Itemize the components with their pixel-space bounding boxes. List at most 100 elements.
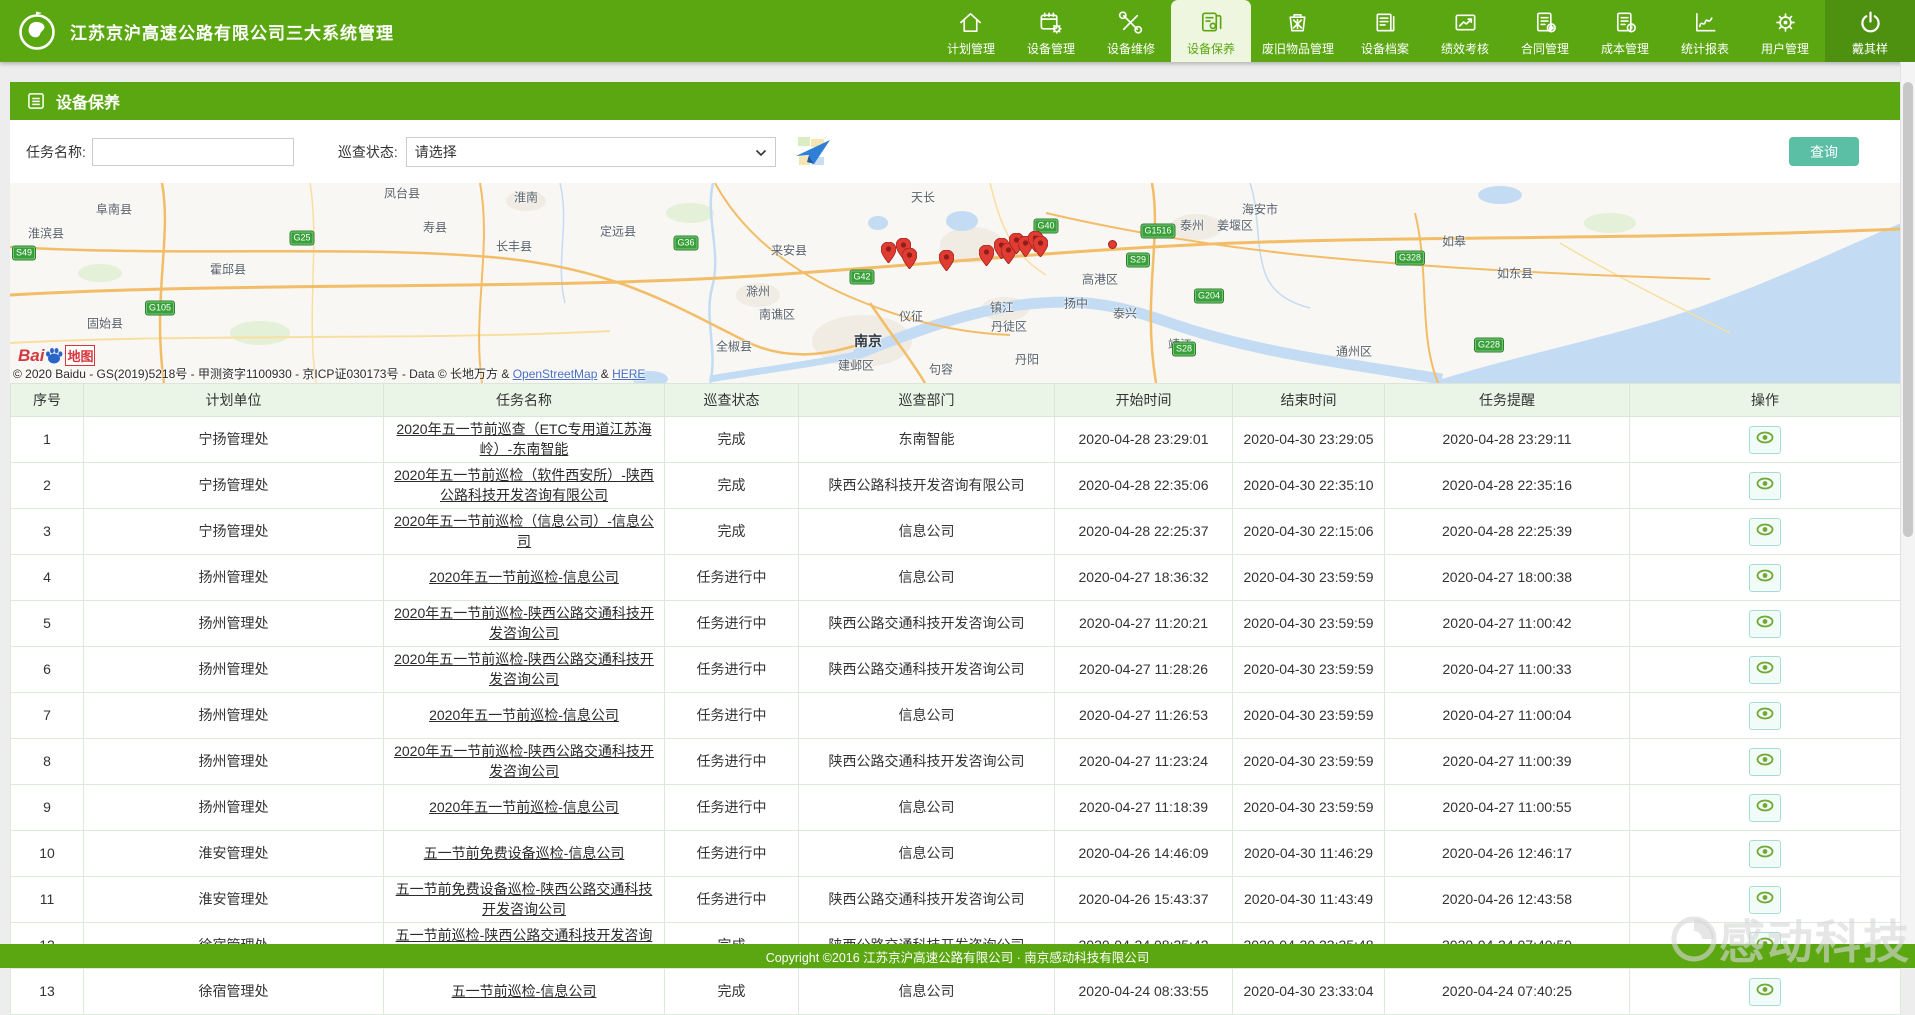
cell-end-time: 2020-04-30 22:35:10 (1233, 463, 1385, 509)
view-detail-button[interactable] (1749, 702, 1781, 730)
cell-plan-unit: 扬州管理处 (84, 647, 384, 693)
chevron-down-icon (755, 144, 767, 160)
cell-end-time: 2020-04-30 23:29:05 (1233, 417, 1385, 463)
nav-item-5[interactable]: 废旧物品管理 (1251, 0, 1345, 62)
task-link[interactable]: 五一节前巡检-信息公司 (452, 983, 597, 999)
task-link[interactable]: 2020年五一节前巡检（信息公司）-信息公司 (394, 513, 654, 549)
nav-item-label: 设备档案 (1361, 40, 1409, 57)
baidu-logo[interactable]: Bai 地图 (18, 345, 95, 366)
cell-department: 信息公司 (799, 831, 1055, 877)
view-detail-button[interactable] (1749, 564, 1781, 592)
task-link[interactable]: 五一节前免费设备巡检-陕西公路交通科技开发咨询公司 (396, 881, 653, 917)
view-detail-button[interactable] (1749, 472, 1781, 500)
table-row: 13徐宿管理处五一节前巡检-信息公司完成信息公司2020-04-24 08:33… (11, 969, 1901, 1015)
cell-plan-unit: 宁扬管理处 (84, 509, 384, 555)
cell-plan-unit: 扬州管理处 (84, 739, 384, 785)
nav-item-label: 计划管理 (947, 40, 995, 57)
task-link[interactable]: 2020年五一节前巡检-陕西公路交通科技开发咨询公司 (394, 743, 654, 779)
cell-plan-unit: 扬州管理处 (84, 785, 384, 831)
column-header: 开始时间 (1055, 384, 1233, 417)
view-detail-button[interactable] (1749, 886, 1781, 914)
map-pin-icon[interactable] (939, 250, 954, 271)
eye-icon (1756, 982, 1774, 1002)
row-index: 8 (11, 739, 84, 785)
nav-item-8[interactable]: 合同管理 (1505, 0, 1585, 62)
nav-item-12[interactable]: 戴其样 (1825, 0, 1915, 62)
task-link[interactable]: 2020年五一节前巡查（ETC专用道江苏海岭）-东南智能 (396, 421, 651, 457)
task-link[interactable]: 2020年五一节前巡检-信息公司 (429, 707, 619, 723)
task-name-label: 任务名称: (26, 142, 86, 162)
query-button[interactable]: 查询 (1789, 137, 1859, 166)
nav-item-6[interactable]: 设备档案 (1345, 0, 1425, 62)
cell-end-time: 2020-04-30 11:46:29 (1233, 831, 1385, 877)
view-detail-button[interactable] (1749, 610, 1781, 638)
cell-plan-unit: 扬州管理处 (84, 693, 384, 739)
paper-plane-icon[interactable] (792, 133, 834, 171)
task-link[interactable]: 2020年五一节前巡检-信息公司 (429, 799, 619, 815)
osm-link[interactable]: OpenStreetMap (513, 367, 598, 381)
nav-item-11[interactable]: 用户管理 (1745, 0, 1825, 62)
nav-item-7[interactable]: 绩效考核 (1425, 0, 1505, 62)
eye-icon (1756, 568, 1774, 588)
cell-task-name: 五一节前巡检-信息公司 (384, 969, 665, 1015)
nav-item-9[interactable]: ¥成本管理 (1585, 0, 1665, 62)
nav-item-label: 废旧物品管理 (1262, 40, 1334, 57)
road-shield: G36 (674, 237, 697, 250)
task-link[interactable]: 2020年五一节前巡检（软件西安所）-陕西公路科技开发咨询有限公司 (394, 467, 654, 503)
device-maintenance-icon (1197, 6, 1224, 36)
view-detail-button[interactable] (1749, 840, 1781, 868)
cell-department: 陕西公路交通科技开发咨询公司 (799, 601, 1055, 647)
top-header: 江苏京沪高速公路有限公司三大系统管理 计划管理设备管理设备维修设备保养废旧物品管… (0, 0, 1915, 62)
road-shield: G204 (1195, 290, 1223, 303)
task-name-input[interactable] (92, 138, 294, 166)
map-pin-icon[interactable] (1033, 236, 1048, 257)
view-detail-button[interactable] (1749, 748, 1781, 776)
table-row: 10淮安管理处五一节前免费设备巡检-信息公司任务进行中信息公司2020-04-2… (11, 831, 1901, 877)
cell-status: 任务进行中 (665, 739, 799, 785)
task-link[interactable]: 2020年五一节前巡检-陕西公路交通科技开发咨询公司 (394, 651, 654, 687)
stats-report-icon (1692, 6, 1719, 36)
baidu-map[interactable]: 阜南县淮滨县凤台县淮南寿县长丰县定远县霍邱县固始县来安县天长滁州南谯区全椒县南京… (10, 183, 1901, 383)
user-gear-icon (1772, 6, 1799, 36)
cell-remind-time: 2020-04-27 11:00:42 (1385, 601, 1630, 647)
nav-item-label: 设备维修 (1107, 40, 1155, 57)
nav-item-4[interactable]: 设备保养 (1171, 0, 1251, 62)
row-index: 4 (11, 555, 84, 601)
row-index: 3 (11, 509, 84, 555)
page-title: 设备保养 (56, 89, 120, 113)
column-header: 操作 (1630, 384, 1901, 417)
nav-item-1[interactable]: 计划管理 (931, 0, 1011, 62)
cell-start-time: 2020-04-27 11:18:39 (1055, 785, 1233, 831)
cell-plan-unit: 扬州管理处 (84, 601, 384, 647)
eye-icon (1756, 522, 1774, 542)
view-detail-button[interactable] (1749, 656, 1781, 684)
here-link[interactable]: HERE (612, 367, 645, 381)
map-pin-icon[interactable] (881, 242, 896, 263)
cell-department: 信息公司 (799, 555, 1055, 601)
nav-item-10[interactable]: 统计报表 (1665, 0, 1745, 62)
map-dot-marker[interactable] (1108, 240, 1117, 249)
cell-remind-time: 2020-04-28 22:25:39 (1385, 509, 1630, 555)
nav-item-2[interactable]: 设备管理 (1011, 0, 1091, 62)
app-title: 江苏京沪高速公路有限公司三大系统管理 (70, 19, 394, 44)
panel-body: 任务名称: 巡查状态: 请选择 (10, 120, 1901, 1015)
task-link[interactable]: 2020年五一节前巡检-信息公司 (429, 569, 619, 585)
view-detail-button[interactable] (1749, 426, 1781, 454)
view-detail-button[interactable] (1749, 978, 1781, 1006)
row-index: 9 (11, 785, 84, 831)
scrollbar-thumb[interactable] (1903, 82, 1913, 537)
task-link[interactable]: 2020年五一节前巡检-陕西公路交通科技开发咨询公司 (394, 605, 654, 641)
view-detail-button[interactable] (1749, 518, 1781, 546)
view-detail-button[interactable] (1749, 794, 1781, 822)
column-header: 结束时间 (1233, 384, 1385, 417)
task-link[interactable]: 五一节前免费设备巡检-信息公司 (424, 845, 625, 861)
status-select[interactable]: 请选择 (406, 137, 776, 167)
map-pin-icon[interactable] (979, 245, 994, 266)
cell-start-time: 2020-04-27 11:23:24 (1055, 739, 1233, 785)
map-pin-icon[interactable] (902, 248, 917, 269)
cell-remind-time: 2020-04-28 23:29:11 (1385, 417, 1630, 463)
eye-icon (1756, 660, 1774, 680)
nav-item-3[interactable]: 设备维修 (1091, 0, 1171, 62)
column-header: 任务名称 (384, 384, 665, 417)
vertical-scrollbar[interactable] (1900, 62, 1915, 944)
